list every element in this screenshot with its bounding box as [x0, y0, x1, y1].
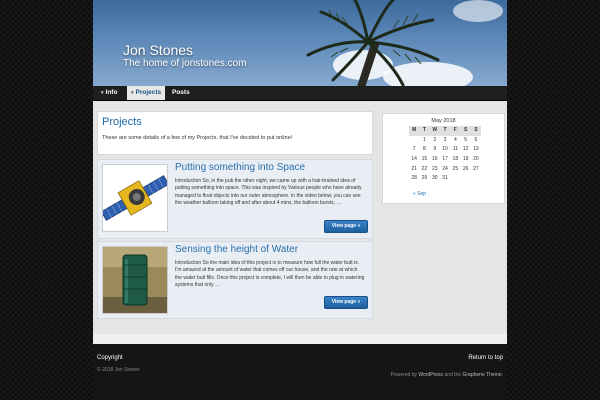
satellite-image[interactable] [102, 164, 168, 232]
view-page-button[interactable]: View page » [324, 220, 368, 233]
site-footer: Copyright © 2018 Jon Stones Return to to… [93, 344, 507, 400]
post-title[interactable]: Putting something into Space [175, 162, 305, 173]
calendar-day: 19 [462, 156, 469, 163]
chevron-down-icon: ▾ [101, 90, 104, 96]
calendar-day: 30 [431, 175, 438, 182]
view-page-button[interactable]: View page » [324, 296, 368, 309]
calendar-day: 14 [411, 156, 417, 163]
calendar-grid: M T W T F S S 1 2 3 4 5 6 7 8 9 10 11 12 13 14 15 16 17 18 19 20 21… [409, 126, 482, 184]
return-to-top-link[interactable]: Return to top [468, 355, 503, 361]
calendar-day: 29 [421, 175, 428, 182]
credit-text: Powered by [390, 372, 419, 378]
calendar-day: 20 [473, 156, 479, 163]
nav-item-projects[interactable]: ▾ Projects [127, 86, 166, 100]
calendar-day: 23 [431, 165, 438, 172]
calendar-weekday-header: M [409, 126, 420, 136]
calendar-day: 6 [474, 136, 478, 143]
calendar-day: 5 [464, 136, 468, 143]
calendar-day: 28 [411, 175, 417, 182]
calendar-day: 31 [442, 175, 448, 182]
calendar-day: 1 [423, 136, 426, 143]
calendar-caption: May 2018 [431, 118, 456, 124]
calendar-empty-cell [450, 174, 460, 184]
main-nav: ▾ Info ▾ Projects Posts [93, 86, 507, 101]
calendar-day: 21 [411, 165, 417, 172]
calendar-day: 3 [443, 136, 447, 143]
site-description: The home of jonstones.com [123, 58, 247, 69]
calendar-day: 26 [462, 165, 469, 172]
nav-item-label: Projects [135, 89, 162, 96]
post-card: Putting something into Space Introductio… [97, 159, 373, 239]
credit-text: . [501, 372, 503, 378]
nav-item-posts[interactable]: Posts [168, 86, 194, 100]
footer-separator [93, 334, 507, 344]
nav-item-label: Posts [172, 89, 190, 96]
calendar-day: 12 [462, 146, 469, 153]
site-title[interactable]: Jon Stones [123, 42, 193, 58]
calendar-day: 24 [442, 165, 448, 172]
calendar-weekday-header: T [419, 126, 430, 136]
site-header: Jon Stones The home of jonstones.com [93, 0, 507, 86]
calendar-empty-cell [471, 174, 481, 184]
calendar-day: 2 [433, 136, 437, 143]
calendar-prev-link[interactable]: « Sep [413, 191, 426, 197]
calendar-weekday-header: S [470, 126, 482, 136]
graphene-theme-link[interactable]: Graphene Theme [463, 372, 502, 378]
calendar-weekday-header: S [460, 126, 471, 136]
page-intro: These are some details of a few of my Pr… [102, 135, 293, 141]
calendar-day: 11 [452, 146, 458, 153]
nav-item-label: Info [105, 89, 118, 96]
calendar-day: 16 [431, 156, 438, 163]
calendar-day: 17 [442, 156, 448, 163]
wordpress-link[interactable]: WordPress [418, 372, 443, 378]
calendar-day: 13 [473, 146, 479, 153]
calendar-weekday-header: F [450, 126, 461, 136]
calendar-day: 15 [421, 156, 428, 163]
calendar-empty-cell [460, 174, 470, 184]
calendar-day: 9 [433, 146, 437, 153]
post-excerpt: Introduction So the main idea of this pr… [175, 260, 365, 288]
footer-credit: Powered by WordPress and the Graphene Th… [391, 372, 503, 378]
copyright-heading: Copyright [97, 355, 123, 361]
calendar-weekday-header: W [429, 126, 440, 136]
page-container: Jon Stones The home of jonstones.com ▾ In… [93, 0, 507, 400]
calendar-day: 18 [452, 156, 459, 163]
chevron-down-icon: ▾ [131, 90, 134, 96]
page-header-panel: Projects These are some details of a few… [97, 111, 373, 155]
water-butt-image[interactable] [102, 246, 168, 314]
calendar-day: 7 [412, 146, 416, 153]
post-excerpt: Introduction So, in the pub the other ni… [175, 178, 362, 206]
page-title: Projects [102, 116, 142, 128]
calendar-day: 25 [452, 165, 459, 172]
calendar-day: 8 [423, 146, 426, 153]
credit-text: and the [443, 372, 463, 378]
calendar-day: 10 [442, 146, 448, 153]
nav-item-info[interactable]: ▾ Info [97, 86, 121, 100]
calendar-day: 22 [421, 165, 428, 172]
calendar-widget: May 2018 M T W T F S S 1 2 3 4 5 6 7 8 9 10 11 12 13 14 15 16 1… [382, 113, 505, 204]
post-title[interactable]: Sensing the height of Water [175, 244, 298, 255]
content-area: Projects These are some details of a few… [93, 101, 507, 334]
post-card: Sensing the height of Water Introduction… [97, 241, 373, 319]
calendar-weekday-header: T [439, 126, 451, 136]
copyright-text: © 2018 Jon Stones [97, 367, 140, 373]
calendar-day: 4 [453, 136, 457, 143]
calendar-empty-cell [409, 136, 419, 146]
calendar-day: 27 [473, 165, 479, 172]
